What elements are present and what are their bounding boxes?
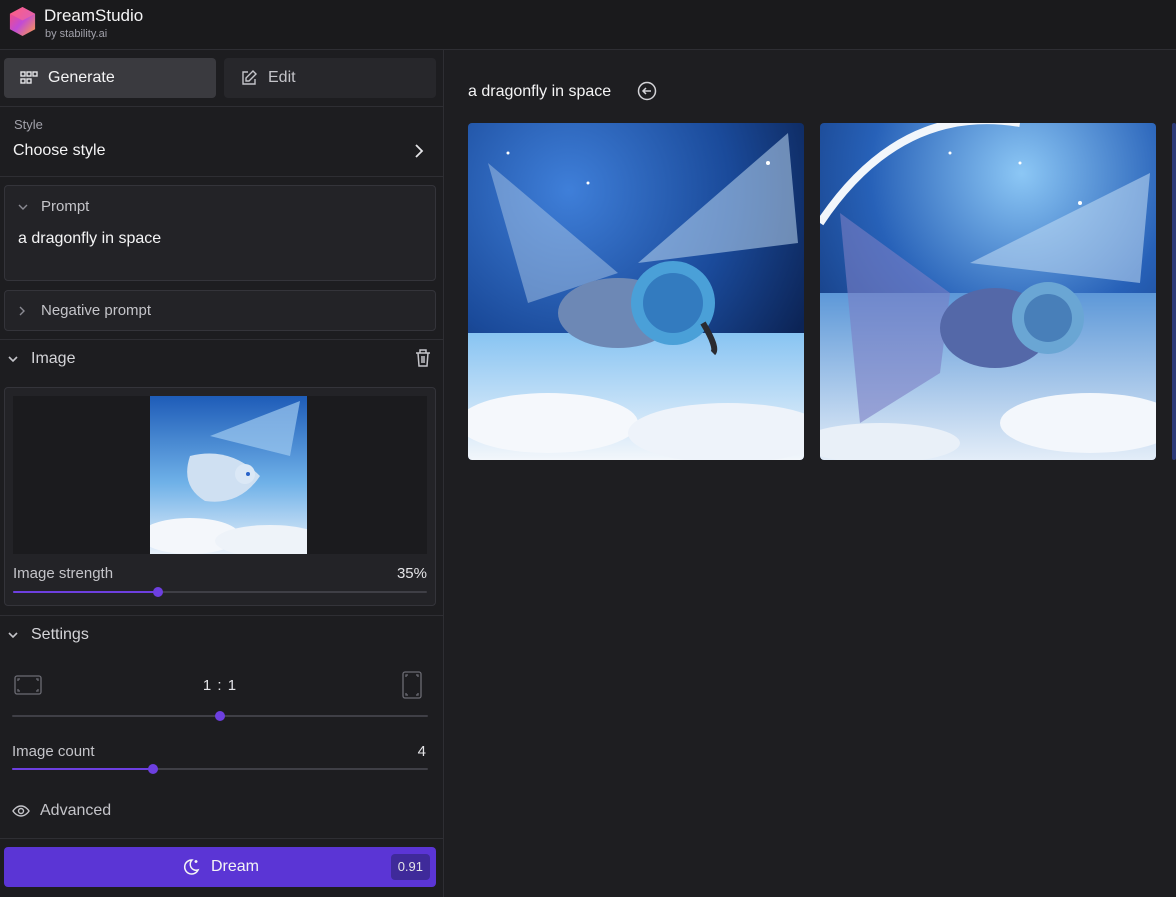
slider-fill <box>12 768 154 770</box>
init-image-well[interactable] <box>13 396 427 554</box>
dreamstudio-logo[interactable] <box>7 6 38 37</box>
aspect-ratio-value: 1 : 1 <box>202 677 238 694</box>
image-count-slider[interactable] <box>12 764 428 774</box>
image-count-label: Image count <box>12 743 95 760</box>
divider <box>0 176 444 177</box>
slider-handle[interactable] <box>152 587 163 597</box>
divider <box>0 106 444 107</box>
chevron-right-icon[interactable] <box>412 143 426 159</box>
divider <box>0 339 444 340</box>
results-area: a dragonfly in space <box>445 50 1176 897</box>
dream-button-label: Dream <box>210 858 259 875</box>
aspect-ratio-slider[interactable] <box>12 711 428 721</box>
prompt-header[interactable]: Prompt <box>17 198 89 215</box>
grid-icon <box>20 71 38 84</box>
portrait-icon[interactable] <box>402 671 422 699</box>
back-arrow-icon[interactable] <box>637 81 657 101</box>
negative-prompt-card[interactable]: Negative prompt <box>4 290 436 331</box>
edit-icon <box>242 70 257 85</box>
moon-icon <box>183 859 200 875</box>
divider <box>0 838 444 839</box>
advanced-toggle[interactable]: Advanced <box>12 802 111 820</box>
app-name: DreamStudio <box>44 6 144 25</box>
result-prompt-text: a dragonfly in space <box>468 83 612 100</box>
tab-edit-label: Edit <box>268 69 296 86</box>
tab-edit[interactable]: Edit <box>224 58 436 98</box>
negative-prompt-header[interactable]: Negative prompt <box>17 302 151 319</box>
style-label: Style <box>14 117 43 132</box>
slider-fill <box>13 591 158 593</box>
top-bar: DreamStudio by stability.ai <box>0 0 1176 50</box>
negative-prompt-label: Negative prompt <box>41 302 152 319</box>
advanced-label: Advanced <box>40 802 112 819</box>
chevron-down-icon <box>8 356 18 363</box>
image-strength-value: 35% <box>396 565 427 582</box>
chevron-down-icon <box>18 204 28 210</box>
init-image-card: Image strength 35% <box>4 387 436 606</box>
image-strength-slider[interactable] <box>13 587 427 597</box>
generation-panel: Generate Edit Style Choose style Prompt … <box>0 50 444 897</box>
credit-cost-badge: 0.91 <box>390 854 430 880</box>
landscape-icon[interactable] <box>14 675 42 695</box>
divider <box>0 615 444 616</box>
image-strength-label: Image strength <box>13 565 114 582</box>
settings-section-header[interactable]: Settings <box>7 626 89 644</box>
slider-handle[interactable] <box>215 711 225 721</box>
chevron-right-icon <box>19 306 25 315</box>
eye-icon <box>12 805 30 817</box>
image-section-label: Image <box>31 350 76 367</box>
tab-generate-label: Generate <box>48 69 115 86</box>
result-image-partial[interactable] <box>1172 123 1176 460</box>
tab-generate[interactable]: Generate <box>4 58 216 98</box>
image-section-header[interactable]: Image <box>7 350 75 368</box>
dream-button[interactable]: Dream 0.91 <box>4 847 436 887</box>
result-image[interactable] <box>468 123 804 460</box>
chevron-down-icon <box>8 632 18 639</box>
prompt-label: Prompt <box>41 198 90 215</box>
prompt-input[interactable]: a dragonfly in space <box>18 230 161 248</box>
style-selector[interactable]: Choose style <box>13 142 106 160</box>
trash-icon[interactable] <box>414 348 432 368</box>
image-count-value: 4 <box>417 743 426 760</box>
slider-handle[interactable] <box>148 764 159 774</box>
result-image[interactable] <box>820 123 1156 460</box>
settings-label: Settings <box>31 626 89 643</box>
prompt-card[interactable]: Prompt a dragonfly in space <box>4 185 436 281</box>
app-byline: by stability.ai <box>45 28 108 40</box>
init-image-thumbnail[interactable] <box>150 396 307 554</box>
